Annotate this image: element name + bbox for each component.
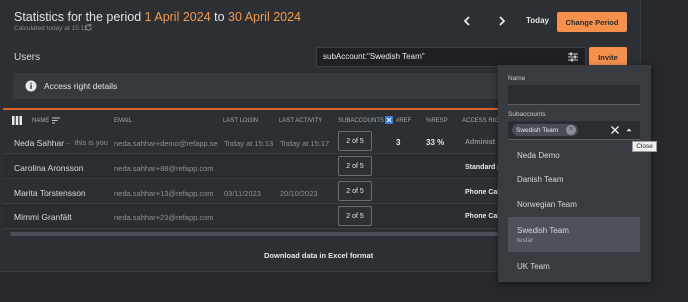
subaccounts-button[interactable]: 2 of 5 — [338, 156, 372, 176]
access-right-details-label: Access right details — [44, 81, 118, 91]
close-icon[interactable] — [610, 125, 620, 135]
columns-icon[interactable] — [12, 116, 22, 125]
horizontal-scrollbar[interactable] — [10, 232, 510, 236]
table-row[interactable] — [3, 205, 513, 229]
row-last-login: 03/11/2023 — [224, 189, 261, 198]
today-button[interactable]: Today — [526, 16, 549, 25]
calculated-time: Calculated today at 15:11 — [14, 25, 88, 32]
header-last-activity[interactable]: LAST ACTIVITY — [279, 118, 322, 124]
subaccounts-button[interactable]: 2 of 5 — [338, 181, 372, 201]
chip-label: Swedish Team — [516, 126, 559, 134]
row-last-activity: 20/10/2023 — [280, 189, 318, 198]
header-subaccounts[interactable]: SUBACCOUNTS — [338, 118, 384, 124]
dropdown-option-danish-team[interactable]: Danish Team — [508, 168, 640, 190]
subaccounts-button[interactable]: 2 of 5 — [338, 131, 372, 151]
search-value: subAccount:"Swedish Team" — [323, 52, 425, 61]
start-date[interactable]: 1 April 2024 — [145, 10, 211, 24]
invite-button[interactable]: Invite — [589, 47, 627, 67]
row-name: Marita Torstensson — [14, 188, 86, 198]
row-ref: 3 — [396, 138, 401, 147]
row-access: Administ — [465, 139, 495, 146]
option-subtitle: testar — [517, 236, 534, 244]
row-name: Neda Sahhar — [14, 138, 65, 148]
row-email: neda.sahhar+88@refapp.com — [114, 164, 214, 173]
header-resp[interactable]: %RESP — [426, 118, 448, 124]
filter-sliders-icon[interactable] — [567, 51, 579, 63]
dropdown-option-swedish-team[interactable]: Swedish Team testar — [508, 217, 640, 252]
selected-subaccount-chip[interactable]: Swedish Team × — [512, 124, 578, 136]
row-last-activity: Today at 15:17 — [280, 139, 330, 148]
row-resp: 33 % — [426, 138, 445, 147]
header-ref[interactable]: #REF — [396, 118, 411, 124]
row-last-login: Today at 15:13 — [224, 139, 274, 148]
name-filter-label: Name — [508, 75, 526, 82]
end-date[interactable]: 30 April 2024 — [228, 10, 301, 24]
subaccounts-button[interactable]: 2 of 5 — [338, 206, 372, 226]
row-name: Mimmi Granfält — [14, 212, 72, 222]
refresh-icon[interactable] — [84, 23, 93, 32]
header-last-login[interactable]: LAST LOGIN — [223, 118, 258, 124]
row-email: neda.sahhar+13@refapp.com — [114, 189, 214, 198]
chevron-up-icon[interactable] — [623, 124, 635, 136]
dropdown-option-neda-demo[interactable]: Neda Demo — [508, 144, 640, 166]
excel-icon[interactable] — [385, 116, 393, 124]
dropdown-option-uk-team[interactable]: UK Team — [508, 255, 640, 277]
name-filter-input[interactable] — [508, 85, 640, 105]
chip-remove-icon[interactable]: × — [566, 125, 576, 135]
row-email: neda.sahhar+23@refapp.com — [114, 213, 214, 222]
row-email: neda.sahhar+demo@refapp.se — [114, 139, 218, 148]
download-excel-link[interactable]: Download data in Excel format — [264, 251, 373, 260]
header-name[interactable]: NAME — [32, 118, 49, 124]
title-prefix: Statistics for the period — [14, 10, 145, 24]
users-heading: Users — [14, 52, 41, 63]
row-name: Carolina Aronsson — [14, 163, 84, 173]
page-title: Statistics for the period 1 April 2024 t… — [14, 10, 301, 24]
chevron-right-icon[interactable] — [495, 13, 509, 29]
info-icon — [25, 80, 37, 92]
change-period-button[interactable]: Change Period — [557, 12, 627, 32]
header-email[interactable]: EMAIL — [114, 118, 132, 124]
chevron-left-icon[interactable] — [460, 13, 474, 29]
title-middle: to — [210, 10, 229, 24]
table-top-divider — [3, 108, 513, 110]
this-is-you-label: ← this is you — [65, 138, 108, 147]
header-access[interactable]: ACCESS RIG — [462, 118, 499, 124]
subaccounts-filter-label: Subaccounts — [508, 111, 546, 118]
sort-icon[interactable] — [52, 117, 60, 124]
dropdown-option-norwegian-team[interactable]: Norwegian Team — [508, 193, 640, 215]
